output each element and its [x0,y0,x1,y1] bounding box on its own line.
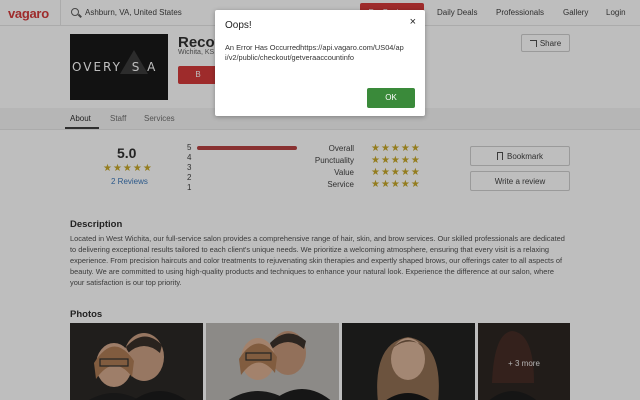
dialog-title: Oops! [225,20,252,31]
error-dialog: Oops! × An Error Has Occurredhttps://api… [215,10,425,116]
close-icon[interactable]: × [410,17,416,28]
ok-button[interactable]: OK [367,88,415,108]
dialog-message: An Error Has Occurredhttps://api.vagaro.… [225,43,404,62]
